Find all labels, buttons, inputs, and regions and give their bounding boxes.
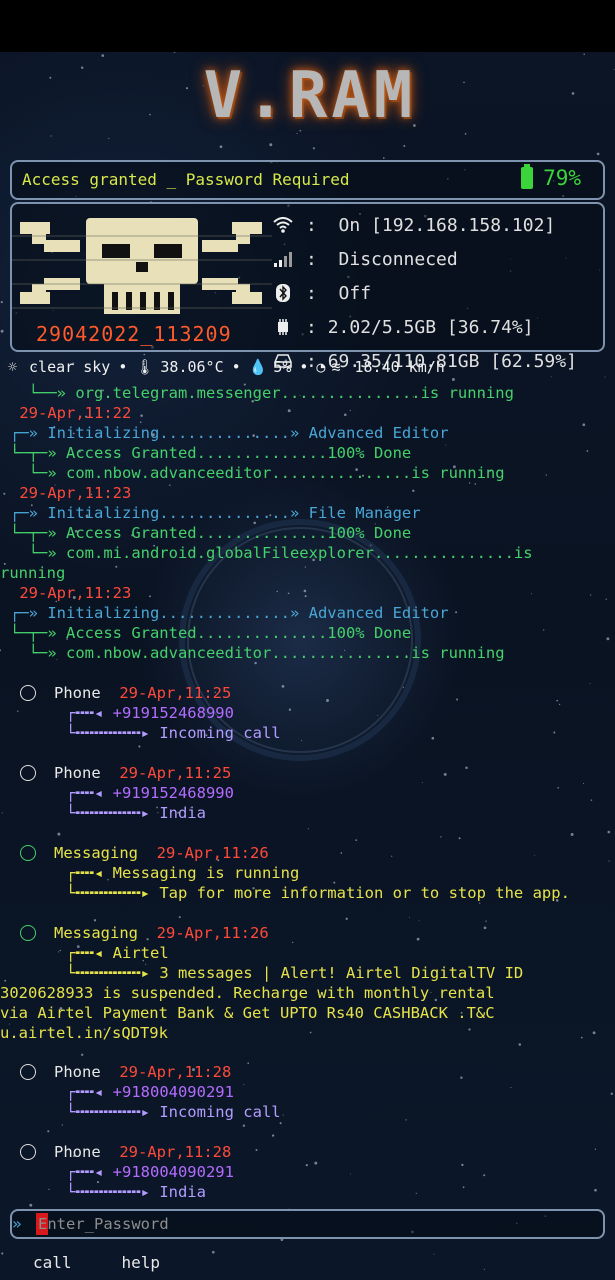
bluetooth-status: Off [338, 282, 372, 304]
notification-body: Incoming call [159, 724, 281, 742]
whatsapp-icon [20, 1064, 36, 1080]
log-line: ┌─» Initializing..............» Advanced… [10, 604, 449, 622]
notification-time: 29-Apr,11:26 [156, 924, 269, 942]
weather-bar: ☼ clear sky • 🌡 38.06°C • 💧 5% • ◔ ≋ 18.… [8, 358, 445, 376]
chip-icon [272, 317, 294, 337]
log-line: ┌─» Initializing..............» Advanced… [10, 424, 449, 442]
status-bar [0, 0, 615, 52]
notification-body: Incoming call [159, 1103, 281, 1121]
signal-icon [272, 249, 294, 269]
wifi-row: : On [192.168.158.102] [272, 208, 602, 242]
ram-usage: 2.02/5.5GB [36.74%] [327, 316, 534, 338]
log-line: running [0, 564, 66, 582]
log-line: ┌─» Initializing..............» File Man… [10, 504, 421, 522]
speed-icon: ◔ [316, 358, 326, 376]
whatsapp-icon [20, 925, 36, 941]
access-status-text: Access granted _ Password Required [22, 170, 350, 189]
log-line: └─» com.nbow.advanceeditor..............… [10, 464, 505, 482]
notification-app: Phone [54, 764, 101, 782]
notification-item: Phone 29-Apr,11:25 ┌╍╍◂ +919152468990 └╍… [10, 764, 234, 822]
notification-title: +918004090291 [112, 1163, 234, 1181]
whatsapp-icon [20, 845, 36, 861]
device-stats: : On [192.168.158.102] : Disconneced : O… [272, 208, 602, 378]
notification-body: India [159, 1183, 206, 1201]
help-button[interactable]: help [122, 1253, 161, 1272]
weather-condition: clear sky [29, 358, 111, 376]
skull-icon [12, 218, 272, 314]
log-line: └─» com.nbow.advanceeditor..............… [10, 644, 505, 662]
notification-title: Messaging is running [112, 864, 300, 882]
log-timestamp: 29-Apr,11:23 [10, 584, 132, 602]
thermometer-icon: 🌡 [135, 358, 155, 376]
notification-body: 3 messages | Alert! Airtel DigitalTV ID [159, 964, 524, 982]
signal-status: Disconneced [338, 248, 458, 270]
password-input[interactable] [36, 1212, 590, 1236]
bluetooth-row: : Off [272, 276, 602, 310]
log-line: └─» com.mi.android.globalFileexplorer...… [10, 544, 533, 562]
notification-time: 29-Apr,11:25 [119, 684, 232, 702]
log-line: └─┬─» Access Granted..............100% D… [10, 624, 412, 642]
notification-title: Airtel [112, 944, 169, 962]
device-id: 29042022_113209 [36, 322, 232, 346]
notification-item: Phone 29-Apr,11:25 ┌╍╍◂ +919152468990 └╍… [10, 684, 281, 742]
notification-time: 29-Apr,11:26 [156, 844, 269, 862]
sun-icon: ☼ [8, 358, 18, 376]
password-input-box: » [10, 1209, 605, 1239]
notification-title: +918004090291 [112, 1083, 234, 1101]
notification-item: Messaging 29-Apr,11:26 ┌╍╍◂ Airtel └╍╍╍╍… [0, 923, 610, 1043]
battery-percent: 79% [543, 166, 581, 190]
notification-time: 29-Apr,11:25 [119, 764, 232, 782]
battery-icon [521, 164, 534, 189]
notification-body-cont: via Airtel Payment Bank & Get UPTO Rs40 … [0, 1004, 495, 1022]
notification-app: Phone [54, 1143, 101, 1161]
notification-app: Phone [54, 1063, 101, 1081]
log-timestamp: 29-Apr,11:23 [10, 484, 132, 502]
prompt-icon: » [12, 1214, 22, 1233]
notification-app: Messaging [54, 924, 138, 942]
wind-speed: 18.40 km/h [354, 358, 445, 376]
notification-body: India [159, 804, 206, 822]
activity-log: └──» org.telegram.messenger.............… [0, 383, 610, 663]
bluetooth-icon [272, 283, 294, 303]
status-panel: Access granted _ Password Required 79% [10, 160, 605, 200]
log-line: └─┬─» Access Granted..............100% D… [10, 524, 412, 542]
app-logo: V.RAM [203, 59, 417, 133]
notification-title: +919152468990 [112, 704, 234, 722]
wind-icon: ≋ [331, 358, 341, 376]
wifi-icon [272, 215, 294, 235]
wifi-status: On [192.168.158.102] [338, 214, 556, 236]
notification-app: Messaging [54, 844, 138, 862]
notification-app: Phone [54, 684, 101, 702]
log-timestamp: 29-Apr,11:22 [10, 404, 132, 422]
notification-item: Phone 29-Apr,11:28 ┌╍╍◂ +918004090291 └╍… [10, 1063, 281, 1121]
notification-time: 29-Apr,11:28 [119, 1143, 232, 1161]
notification-time: 29-Apr,11:28 [119, 1063, 232, 1081]
signal-row: : Disconneced [272, 242, 602, 276]
ram-row: : 2.02/5.5GB [36.74%] [272, 310, 602, 344]
whatsapp-icon [20, 685, 36, 701]
notification-link[interactable]: u.airtel.in/sQDT9k [0, 1023, 610, 1043]
whatsapp-icon [20, 765, 36, 781]
log-line: └─┬─» Access Granted..............100% D… [10, 444, 412, 462]
notification-body-cont: 3020628933 is suspended. Recharge with m… [0, 984, 495, 1002]
temperature: 38.06°C [160, 358, 224, 376]
notification-title: +919152468990 [112, 784, 234, 802]
bottom-bar: call help [0, 1244, 615, 1280]
notification-body: Tap for more information or to stop the … [159, 884, 570, 902]
notification-item: Messaging 29-Apr,11:26 ┌╍╍◂ Messaging is… [10, 844, 570, 902]
humidity-icon: 💧 [248, 358, 268, 376]
call-button[interactable]: call [33, 1253, 72, 1272]
notification-item: Phone 29-Apr,11:28 ┌╍╍◂ +918004090291 └╍… [10, 1143, 234, 1201]
whatsapp-icon [20, 1144, 36, 1160]
battery-indicator: 79% [521, 164, 581, 190]
device-info-panel: 29042022_113209 : On [192.168.158.102] :… [10, 202, 605, 372]
log-line: └──» org.telegram.messenger.............… [10, 384, 514, 402]
humidity: 5% [273, 358, 292, 376]
